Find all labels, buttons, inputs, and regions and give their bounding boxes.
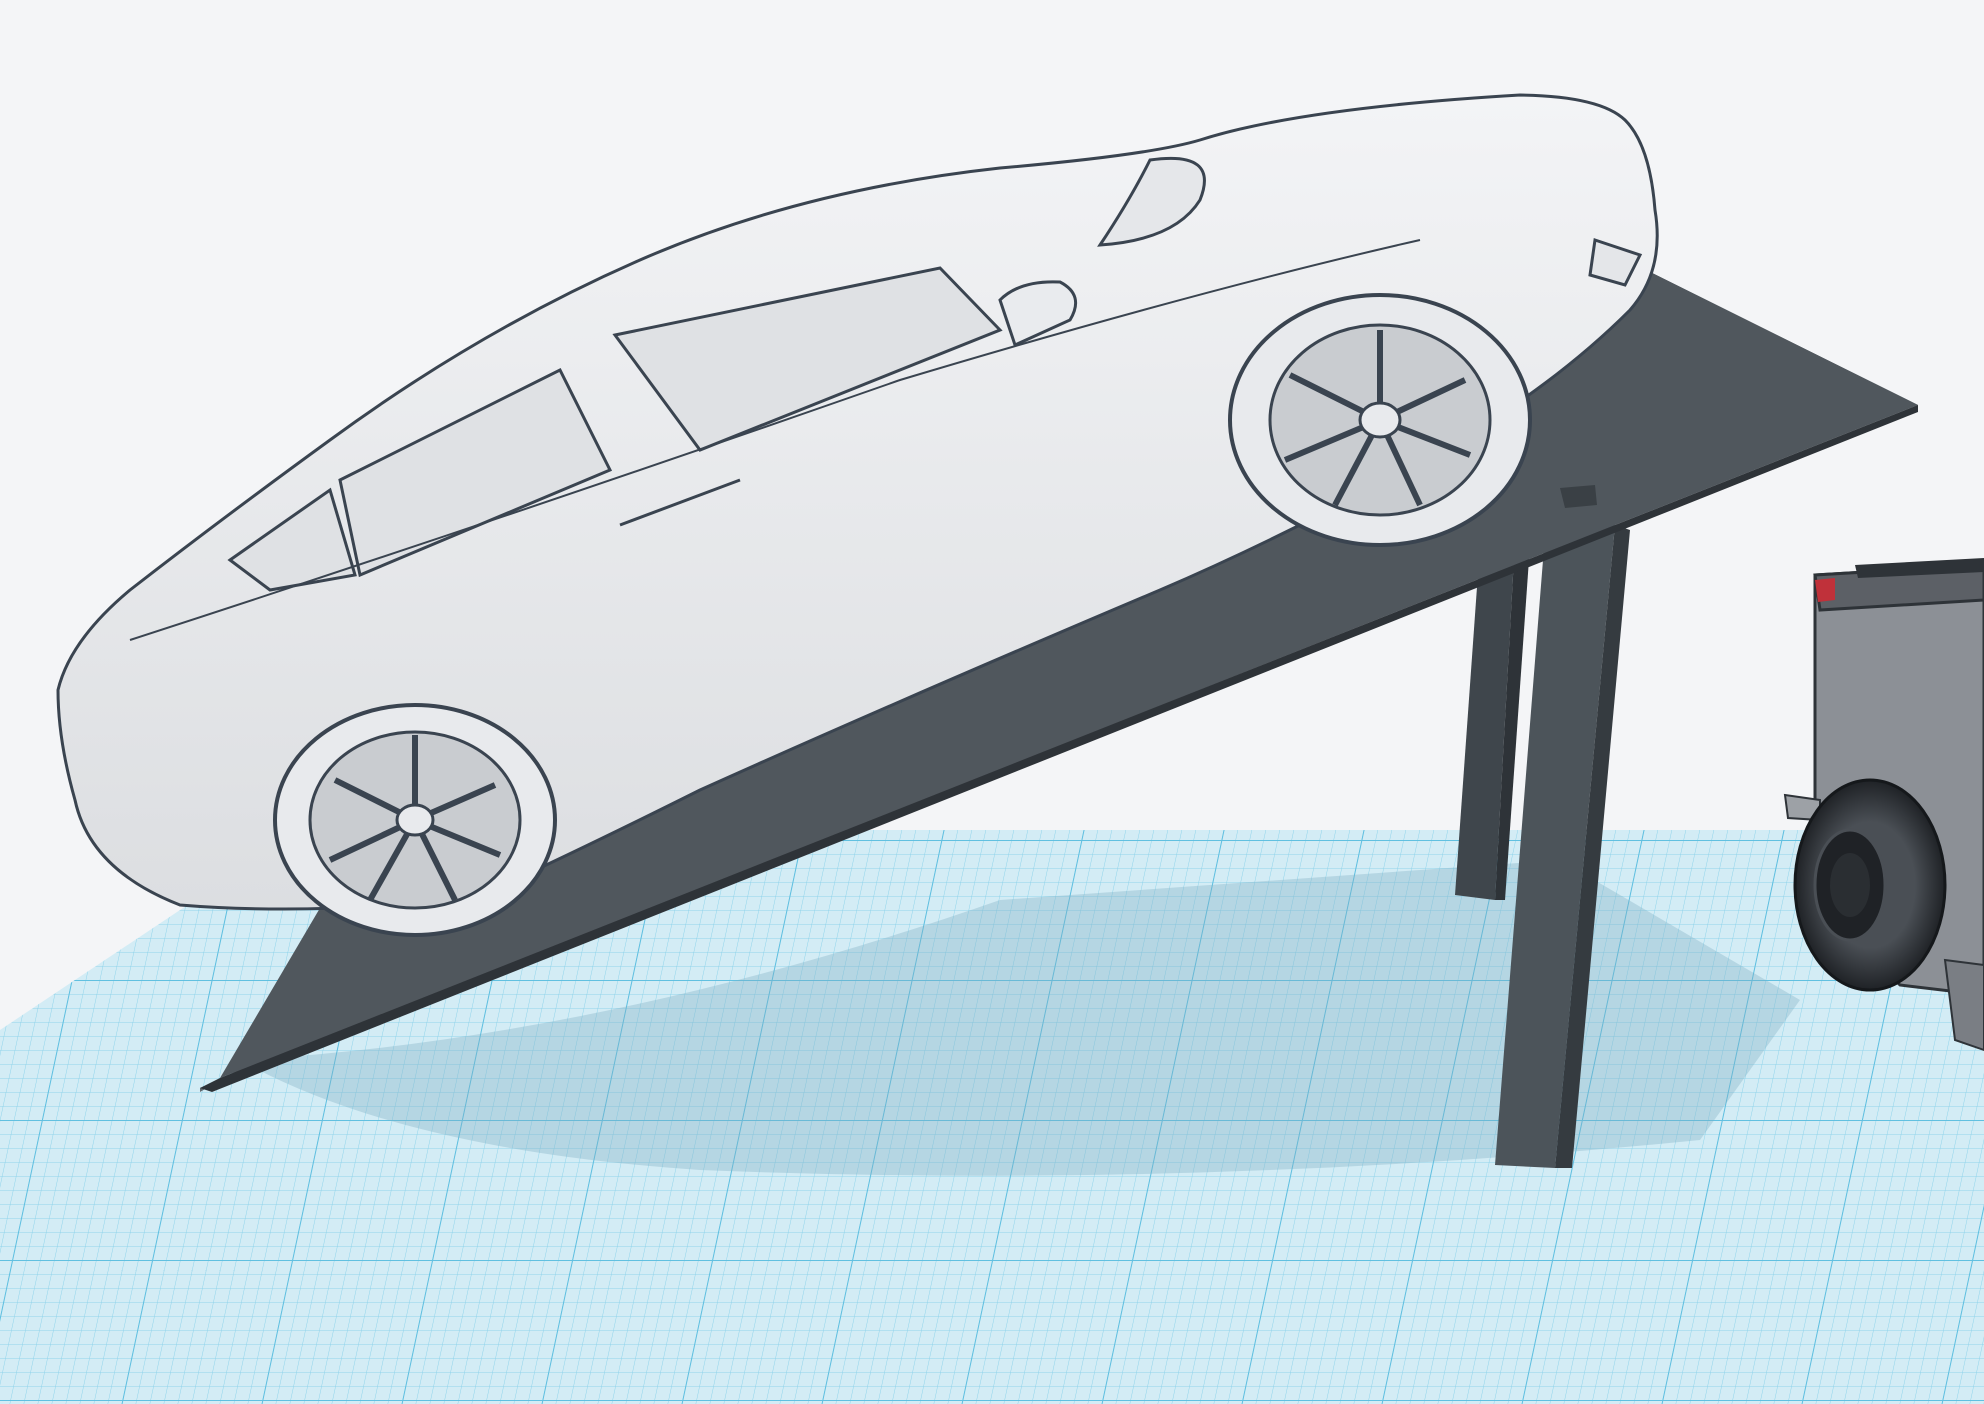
scene-canvas[interactable] [0,0,1984,1404]
car-rear-wheel [273,703,557,937]
truck-wheel [1793,778,1947,992]
car-front-wheel [1228,293,1532,547]
3d-viewport[interactable] [0,0,1984,1404]
